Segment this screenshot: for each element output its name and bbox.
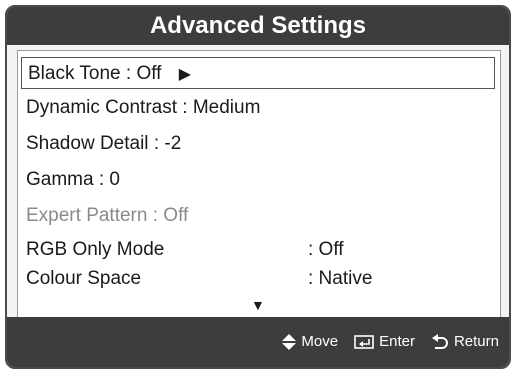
menu-item-label: Shadow Detail <box>26 133 149 154</box>
menu-item-label: Black Tone <box>28 63 121 84</box>
guide-return-label: Return <box>453 333 499 350</box>
menu-title: Advanced Settings <box>7 7 509 45</box>
menu-item-value: : Off <box>125 63 162 84</box>
guide-return: Return <box>431 317 499 367</box>
enter-icon <box>354 335 374 349</box>
guide-enter: Enter <box>354 317 415 367</box>
menu-item-value: : -2 <box>153 133 182 154</box>
guide-move-label: Move <box>301 333 339 350</box>
menu-item-label: Colour Space <box>26 268 142 289</box>
menu-item-label: Expert Pattern <box>26 205 148 226</box>
button-guide-bar: Move Enter Return <box>7 317 509 367</box>
menu-item-label: RGB Only Mode <box>26 239 165 260</box>
menu-item-value: : 0 <box>98 169 120 190</box>
menu-item-value: : Off <box>308 239 344 260</box>
menu-item-gamma[interactable]: Gamma : 0 <box>26 164 120 196</box>
submenu-arrow-icon: ▶ <box>178 66 192 83</box>
tv-menu-window: Advanced Settings Black Tone : Off ▶ Dyn… <box>5 5 511 369</box>
menu-item-label: Dynamic Contrast <box>26 97 177 118</box>
up-down-arrows-icon <box>282 334 297 350</box>
menu-item-dynamic-contrast[interactable]: Dynamic Contrast : Medium <box>26 92 260 124</box>
menu-item-shadow-detail[interactable]: Shadow Detail : -2 <box>26 128 181 160</box>
menu-item-value: : Native <box>308 268 373 289</box>
menu-item-label: Gamma <box>26 169 94 190</box>
menu-item-rgb-only-mode[interactable]: RGB Only Mode : Off <box>26 234 496 266</box>
menu-item-expert-pattern: Expert Pattern : Off <box>26 200 188 232</box>
menu-item-value: : Off <box>152 205 189 226</box>
menu-item-black-tone[interactable]: Black Tone : Off ▶ <box>21 57 495 89</box>
menu-item-value: : Medium <box>182 97 261 118</box>
guide-enter-label: Enter <box>379 333 415 350</box>
return-icon <box>431 334 449 350</box>
scroll-down-arrow-icon[interactable]: ▼ <box>251 297 265 313</box>
guide-move: Move <box>282 317 338 367</box>
settings-list: Black Tone : Off ▶ Dynamic Contrast : Me… <box>17 50 501 320</box>
menu-item-colour-space[interactable]: Colour Space : Native <box>26 263 496 295</box>
